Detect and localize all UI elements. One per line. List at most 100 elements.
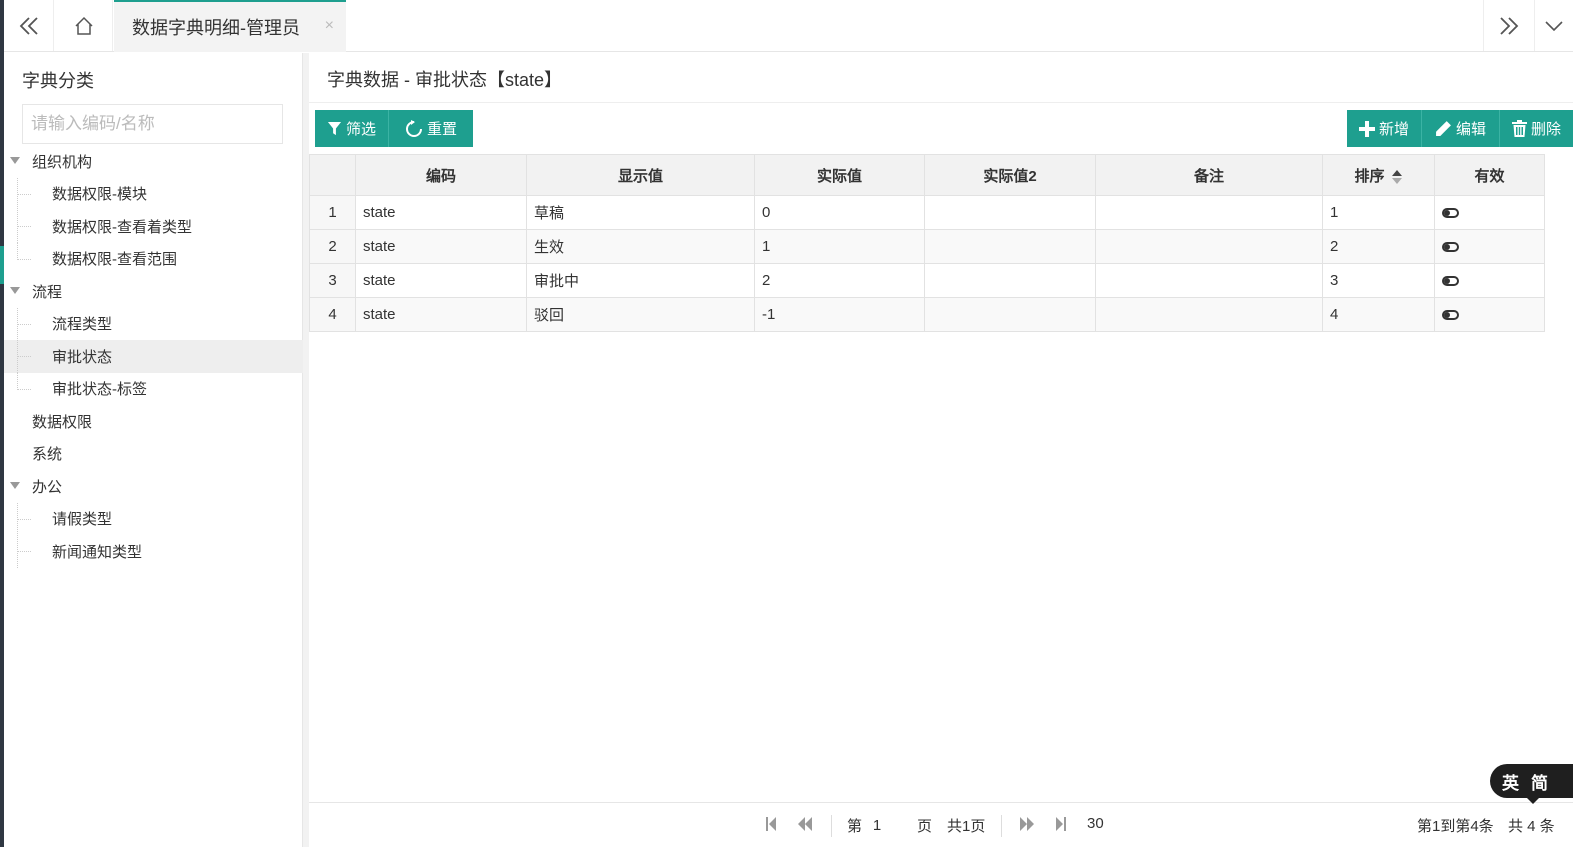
page-size-select[interactable]: 30 bbox=[1087, 815, 1104, 832]
tree-node-label: 办公 bbox=[32, 478, 63, 496]
trash-icon bbox=[1511, 120, 1527, 137]
tree-guide-line bbox=[17, 193, 31, 195]
table-row[interactable]: 3 state 审批中 2 3 bbox=[309, 263, 1545, 298]
dictionary-category-panel: 字典分类 组织机构 数据权限-模块 数据权限-查看着类型 数据权限-查看范围 流… bbox=[4, 53, 303, 847]
filter-button[interactable]: 筛选 bbox=[315, 110, 388, 147]
cell-value2 bbox=[924, 229, 1096, 264]
tree-node-label: 数据权限-查看范围 bbox=[52, 251, 177, 269]
tree-guide-line bbox=[17, 356, 31, 357]
cell-valid bbox=[1434, 263, 1545, 298]
column-header-value[interactable]: 实际值 bbox=[754, 154, 925, 196]
caret-down-icon[interactable] bbox=[10, 287, 20, 294]
table-row[interactable]: 1 state 草稿 0 1 bbox=[309, 195, 1545, 230]
cell-remark bbox=[1095, 297, 1323, 332]
row-index: 3 bbox=[309, 263, 356, 298]
row-index: 2 bbox=[309, 229, 356, 264]
toggle-on-icon[interactable] bbox=[1442, 310, 1459, 321]
tree-guide-line bbox=[17, 242, 18, 260]
tree-node-label: 数据权限-模块 bbox=[52, 186, 147, 204]
divider bbox=[831, 815, 832, 837]
next-page-icon[interactable] bbox=[1019, 817, 1035, 831]
cell-display: 驳回 bbox=[526, 297, 755, 332]
add-button[interactable]: 新增 bbox=[1347, 110, 1421, 147]
cell-remark bbox=[1095, 229, 1323, 264]
divider bbox=[309, 102, 1573, 103]
last-page-icon[interactable] bbox=[1055, 817, 1067, 831]
pagination-bar: 第 页 共1页 30 第1到第4条 共 4 条 bbox=[309, 802, 1573, 847]
tree-node-approval-state-tag[interactable]: 审批状态-标签 bbox=[4, 372, 303, 406]
cell-valid bbox=[1434, 195, 1545, 230]
tab-bar: 数据字典明细-管理员 × bbox=[4, 0, 1573, 52]
cell-display: 草稿 bbox=[526, 195, 755, 230]
total-pages: 共1页 bbox=[947, 818, 986, 835]
cell-code: state bbox=[355, 229, 527, 264]
tree-node-label: 审批状态 bbox=[52, 348, 113, 366]
tree-node-approval-state[interactable]: 审批状态 bbox=[4, 340, 303, 373]
column-header-valid[interactable]: 有效 bbox=[1434, 154, 1545, 196]
double-chevron-right-icon bbox=[1499, 16, 1518, 35]
column-header-order-label: 排序 bbox=[1354, 167, 1385, 185]
tabs-menu-button[interactable] bbox=[1534, 0, 1573, 51]
page-number-input[interactable] bbox=[861, 812, 893, 838]
tree-node-dp-view-scope[interactable]: 数据权限-查看范围 bbox=[4, 242, 303, 276]
tree-node-label: 数据权限 bbox=[32, 413, 93, 431]
category-search-input[interactable] bbox=[22, 104, 283, 144]
home-icon bbox=[74, 16, 93, 35]
column-header-display[interactable]: 显示值 bbox=[526, 154, 755, 196]
tree-node-org[interactable]: 组织机构 bbox=[4, 145, 303, 178]
sort-ascending-icon[interactable] bbox=[1391, 169, 1403, 185]
ime-mode: 简 bbox=[1531, 773, 1548, 793]
tree-node-label: 数据权限-查看着类型 bbox=[52, 218, 192, 236]
cell-value: 0 bbox=[754, 195, 925, 230]
close-icon[interactable]: × bbox=[325, 17, 334, 35]
add-button-label: 新增 bbox=[1378, 121, 1409, 138]
ime-status-badge[interactable]: 英 简 bbox=[1490, 764, 1573, 798]
tree-node-label: 流程 bbox=[32, 283, 63, 301]
tree-node-dp-view-type[interactable]: 数据权限-查看着类型 bbox=[4, 210, 303, 243]
toggle-on-icon[interactable] bbox=[1442, 208, 1459, 219]
reset-button[interactable]: 重置 bbox=[389, 110, 473, 147]
cell-order: 4 bbox=[1322, 297, 1435, 332]
ime-badge-pointer bbox=[1525, 796, 1541, 804]
tree-guide-line bbox=[17, 372, 18, 390]
delete-button[interactable]: 删除 bbox=[1500, 110, 1573, 147]
caret-down-icon[interactable] bbox=[10, 157, 20, 164]
tree-node-leave-type[interactable]: 请假类型 bbox=[4, 502, 303, 536]
tree-node-dp-module[interactable]: 数据权限-模块 bbox=[4, 177, 303, 211]
tabs-scroll-left-button[interactable] bbox=[4, 0, 54, 51]
row-index: 1 bbox=[309, 195, 356, 230]
cell-value: -1 bbox=[754, 297, 925, 332]
refresh-icon bbox=[405, 119, 422, 137]
tree-node-flow[interactable]: 流程 bbox=[4, 275, 303, 308]
toggle-on-icon[interactable] bbox=[1442, 276, 1459, 287]
tree-node-office[interactable]: 办公 bbox=[4, 470, 303, 503]
cell-code: state bbox=[355, 195, 527, 230]
toggle-on-icon[interactable] bbox=[1442, 242, 1459, 253]
tree-node-data-permission[interactable]: 数据权限 bbox=[4, 405, 303, 438]
caret-down-icon[interactable] bbox=[10, 482, 20, 489]
column-header-code[interactable]: 编码 bbox=[355, 154, 527, 196]
table-row[interactable]: 2 state 生效 1 2 bbox=[309, 229, 1545, 264]
tree-node-system[interactable]: 系统 bbox=[4, 438, 303, 471]
chevron-down-icon bbox=[1545, 20, 1563, 31]
edit-button[interactable]: 编辑 bbox=[1422, 110, 1499, 147]
page-suffix: 页 bbox=[917, 818, 933, 835]
cell-code: state bbox=[355, 263, 527, 298]
column-header-remark[interactable]: 备注 bbox=[1095, 154, 1323, 196]
home-tab-button[interactable] bbox=[55, 0, 113, 51]
tree-guide-line bbox=[17, 323, 31, 325]
column-header-order[interactable]: 排序 bbox=[1322, 154, 1435, 196]
filter-icon bbox=[327, 121, 342, 136]
tree-node-news-type[interactable]: 新闻通知类型 bbox=[4, 535, 303, 568]
cell-value2 bbox=[924, 263, 1096, 298]
first-page-icon[interactable] bbox=[765, 817, 777, 831]
tab-dict-detail[interactable]: 数据字典明细-管理员 × bbox=[114, 0, 346, 52]
tabs-scroll-right-button[interactable] bbox=[1483, 0, 1533, 51]
category-tree: 组织机构 数据权限-模块 数据权限-查看着类型 数据权限-查看范围 流程 流程类… bbox=[4, 145, 303, 568]
double-chevron-left-icon bbox=[19, 16, 38, 35]
table-row[interactable]: 4 state 驳回 -1 4 bbox=[309, 297, 1545, 332]
tree-node-flow-type[interactable]: 流程类型 bbox=[4, 307, 303, 341]
column-header-value2[interactable]: 实际值2 bbox=[924, 154, 1096, 196]
page-prefix: 第 bbox=[847, 818, 863, 835]
previous-page-icon[interactable] bbox=[797, 817, 813, 831]
